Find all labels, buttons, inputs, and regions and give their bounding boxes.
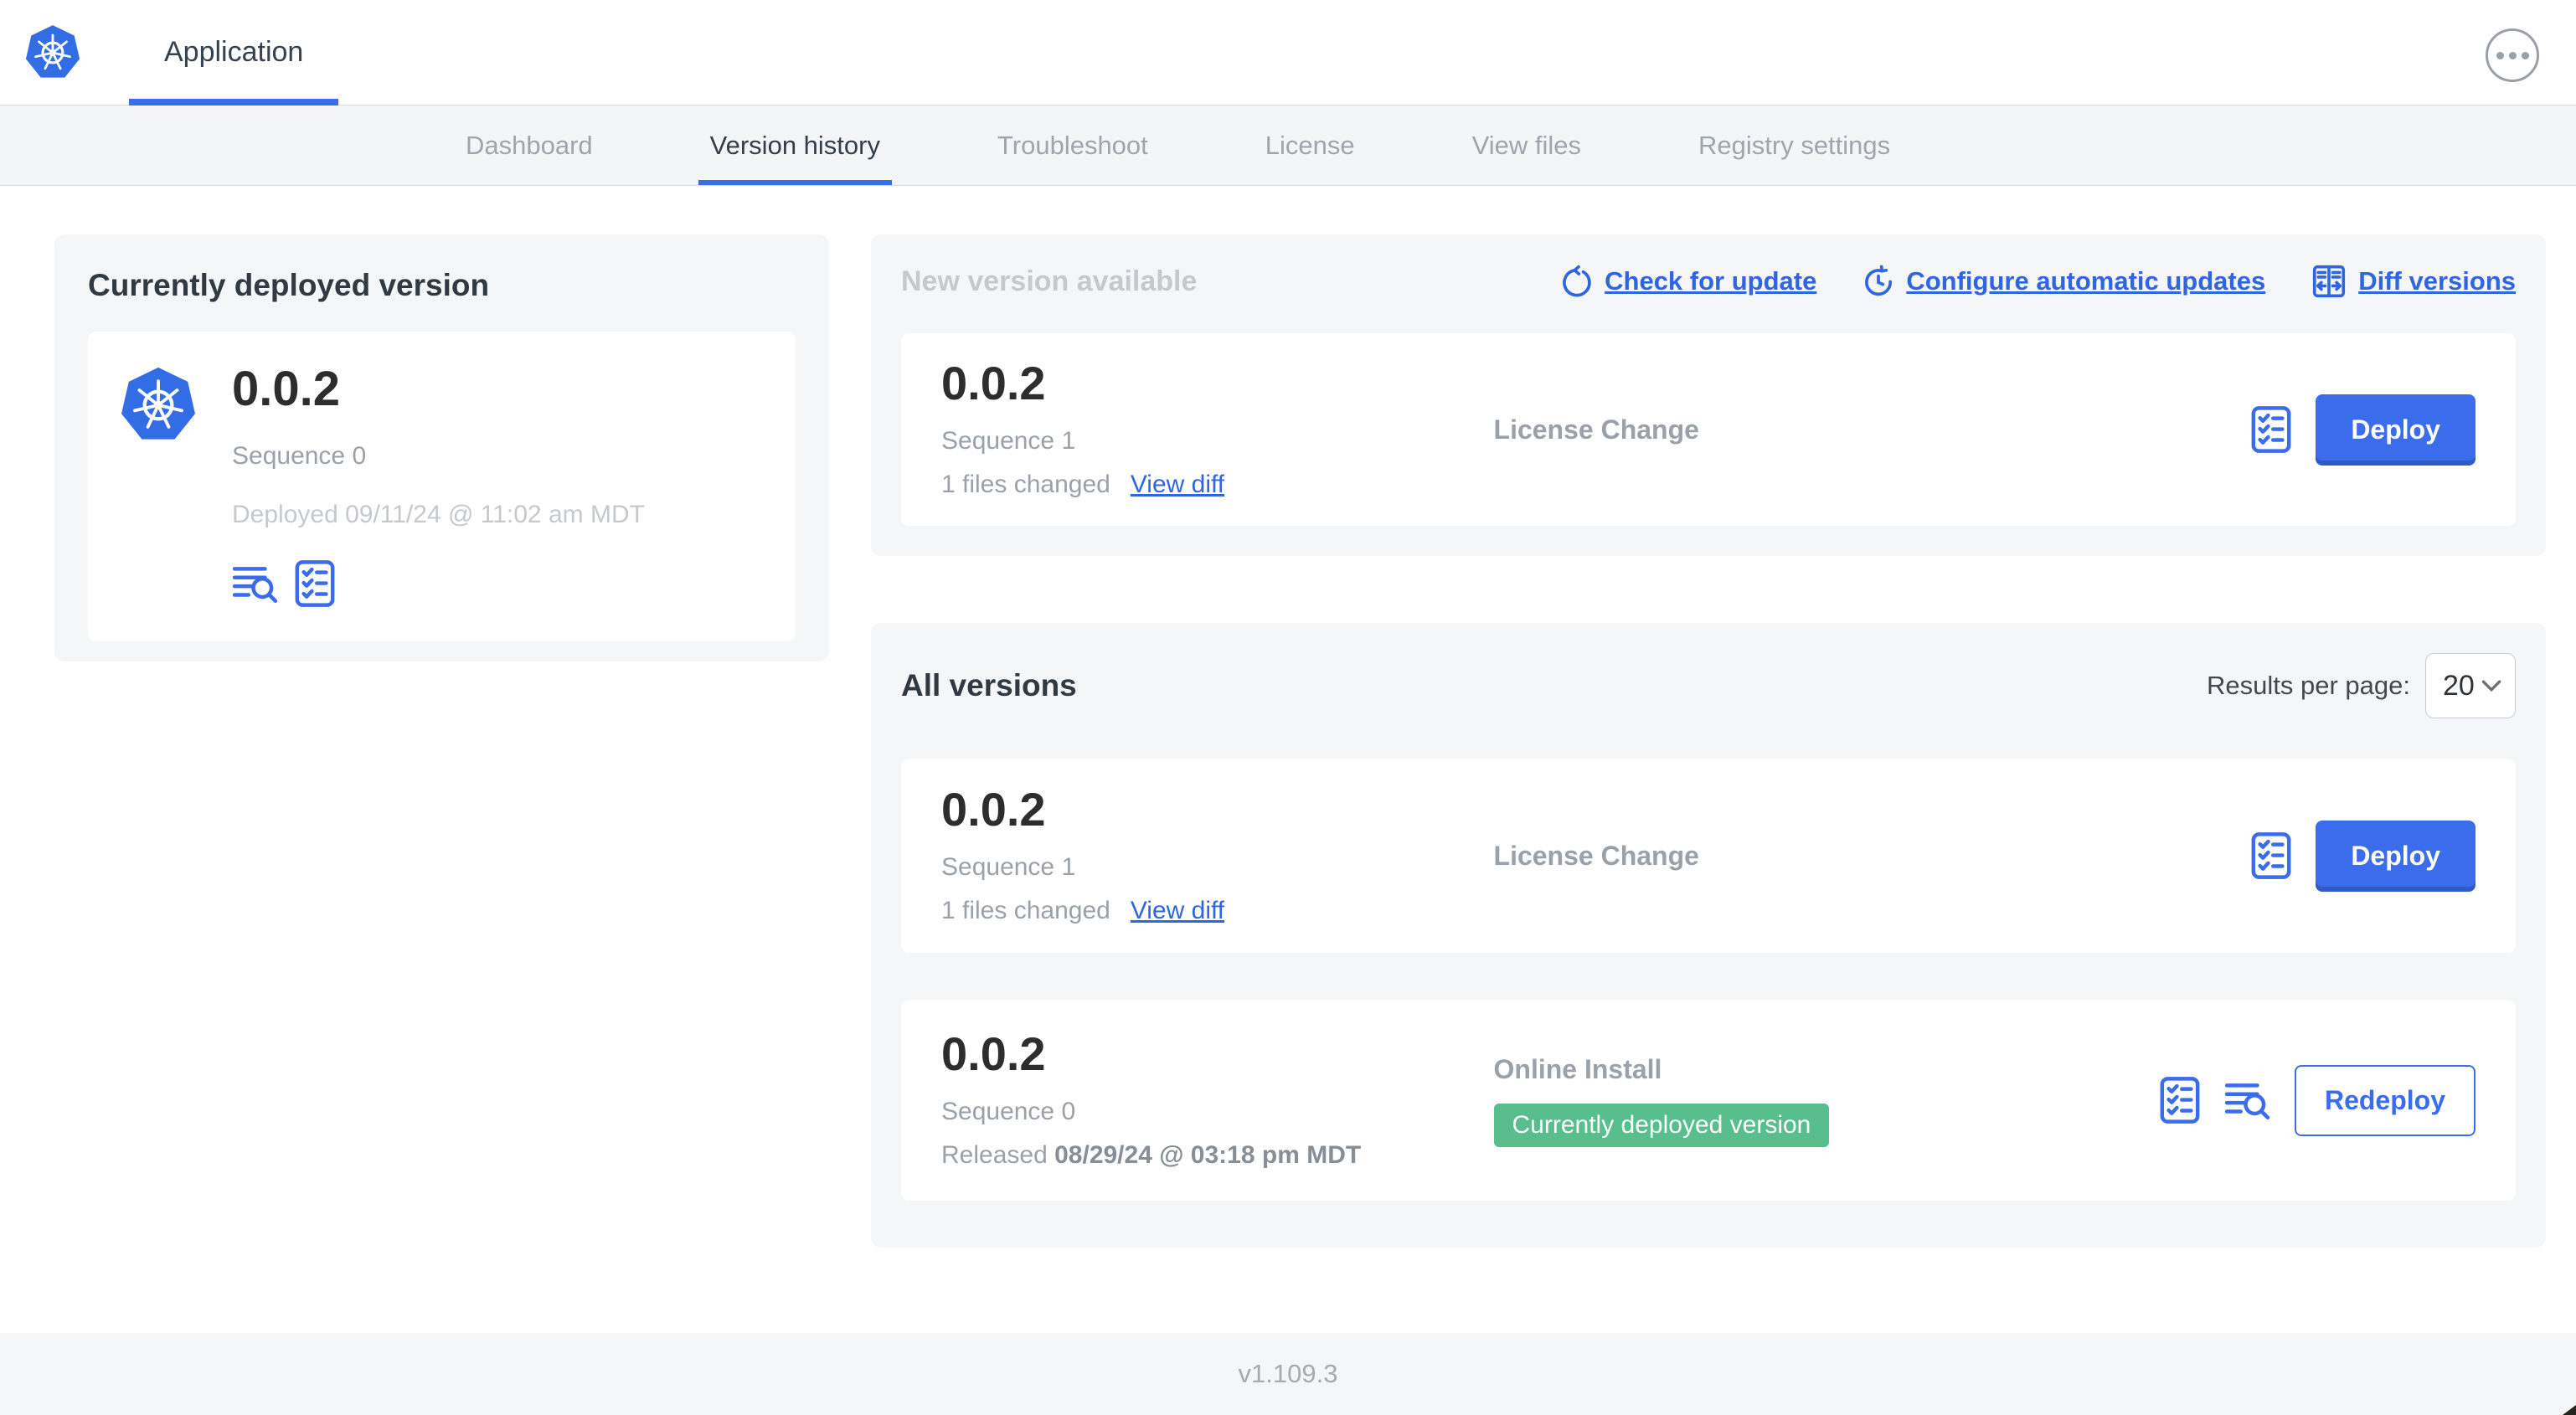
more-menu-button[interactable] xyxy=(2486,28,2539,82)
preflight-checks-button[interactable] xyxy=(294,559,336,608)
chevron-down-icon xyxy=(2481,679,2501,692)
version-sequence: Sequence 1 xyxy=(941,427,1076,455)
refresh-icon xyxy=(1560,265,1594,298)
checklist-icon xyxy=(2250,405,2292,454)
results-per-page-label: Results per page: xyxy=(2207,671,2410,700)
all-versions-title: All versions xyxy=(901,668,1077,702)
configure-automatic-updates-label: Configure automatic updates xyxy=(1906,266,2266,296)
ellipsis-icon xyxy=(2496,51,2504,59)
checklist-icon xyxy=(2159,1076,2201,1124)
deployed-version-card: 0.0.2 Sequence 0 Deployed 09/11/24 @ 11:… xyxy=(88,332,796,641)
results-per-page-select[interactable]: 20 xyxy=(2425,653,2516,718)
deployed-version-number: 0.0.2 xyxy=(232,362,340,416)
checklist-icon xyxy=(2250,831,2292,880)
preflight-checks-button[interactable] xyxy=(2250,831,2292,880)
clock-refresh-icon xyxy=(1862,265,1895,298)
tab-application[interactable]: Application xyxy=(129,0,339,105)
page: Application Dashboard Version history Tr… xyxy=(0,0,2576,1415)
nav-tab-version-history[interactable]: Version history xyxy=(698,105,892,185)
deployed-sequence: Sequence 0 xyxy=(232,442,367,470)
nav-tab-view-files[interactable]: View files xyxy=(1461,105,1593,185)
all-versions-section: All versions Results per page: 20 0.0.2 … xyxy=(871,623,2546,1248)
preflight-checks-button[interactable] xyxy=(2159,1076,2201,1124)
console-version-label: v1.109.3 xyxy=(1238,1359,1338,1388)
view-logs-button[interactable] xyxy=(232,563,279,605)
version-sequence: Sequence 0 xyxy=(941,1098,1076,1125)
deployed-timestamp: Deployed 09/11/24 @ 11:02 am MDT xyxy=(232,501,645,528)
version-number: 0.0.2 xyxy=(941,357,1046,409)
kubernetes-logo-icon xyxy=(23,23,82,82)
check-for-update-link[interactable]: Check for update xyxy=(1560,265,1816,298)
diff-versions-label: Diff versions xyxy=(2358,266,2516,296)
version-sequence: Sequence 1 xyxy=(941,853,1076,881)
new-version-section: New version available Check for update C… xyxy=(871,234,2546,556)
nav-tab-dashboard[interactable]: Dashboard xyxy=(454,105,605,185)
app-tab-label: Application xyxy=(164,36,304,68)
version-row: 0.0.2 Sequence 1 1 files changed View di… xyxy=(901,759,2516,953)
diff-icon xyxy=(2311,265,2347,298)
view-logs-button[interactable] xyxy=(2224,1079,2271,1121)
version-source-label: License Change xyxy=(1493,414,1699,445)
new-version-title: New version available xyxy=(901,265,1198,297)
version-number: 0.0.2 xyxy=(941,1027,1046,1080)
preflight-checks-button[interactable] xyxy=(2250,405,2292,454)
view-diff-link[interactable]: View diff xyxy=(1131,897,1224,925)
logs-search-icon xyxy=(232,563,279,605)
redeploy-button[interactable]: Redeploy xyxy=(2294,1064,2476,1136)
files-changed-label: 1 files changed xyxy=(941,471,1110,498)
app-footer: v1.109.3 xyxy=(0,1333,2576,1415)
diff-versions-link[interactable]: Diff versions xyxy=(2311,265,2516,298)
logs-search-icon xyxy=(2224,1079,2271,1121)
check-for-update-label: Check for update xyxy=(1605,266,1817,296)
view-diff-link[interactable]: View diff xyxy=(1131,471,1224,499)
checklist-icon xyxy=(294,559,336,608)
released-timestamp: Released 08/29/24 @ 03:18 pm MDT xyxy=(941,1141,1362,1169)
currently-deployed-card: Currently deployed version 0.0.2 Sequenc… xyxy=(54,234,829,661)
currently-deployed-title: Currently deployed version xyxy=(88,268,490,302)
version-source-label: Online Install xyxy=(1493,1053,1662,1084)
nav-tab-troubleshoot[interactable]: Troubleshoot xyxy=(986,105,1160,185)
app-header: Application xyxy=(0,0,2576,105)
deploy-button[interactable]: Deploy xyxy=(2316,394,2476,466)
new-version-row: 0.0.2 Sequence 1 1 files changed View di… xyxy=(901,333,2516,526)
configure-automatic-updates-link[interactable]: Configure automatic updates xyxy=(1862,265,2265,298)
version-history-main: New version available Check for update C… xyxy=(871,234,2546,1248)
nav-tab-license[interactable]: License xyxy=(1254,105,1367,185)
currently-deployed-badge: Currently deployed version xyxy=(1493,1103,1830,1147)
files-changed-label: 1 files changed xyxy=(941,897,1110,924)
version-row: 0.0.2 Sequence 0 Released 08/29/24 @ 03:… xyxy=(901,1000,2516,1201)
app-nav: Dashboard Version history Troubleshoot L… xyxy=(0,105,2576,186)
nav-tab-registry-settings[interactable]: Registry settings xyxy=(1687,105,1902,185)
version-source-label: License Change xyxy=(1493,840,1699,871)
version-number: 0.0.2 xyxy=(941,783,1046,836)
kubernetes-logo-icon xyxy=(118,365,198,608)
results-per-page-value: 20 xyxy=(2443,669,2475,702)
deploy-button[interactable]: Deploy xyxy=(2316,820,2476,892)
